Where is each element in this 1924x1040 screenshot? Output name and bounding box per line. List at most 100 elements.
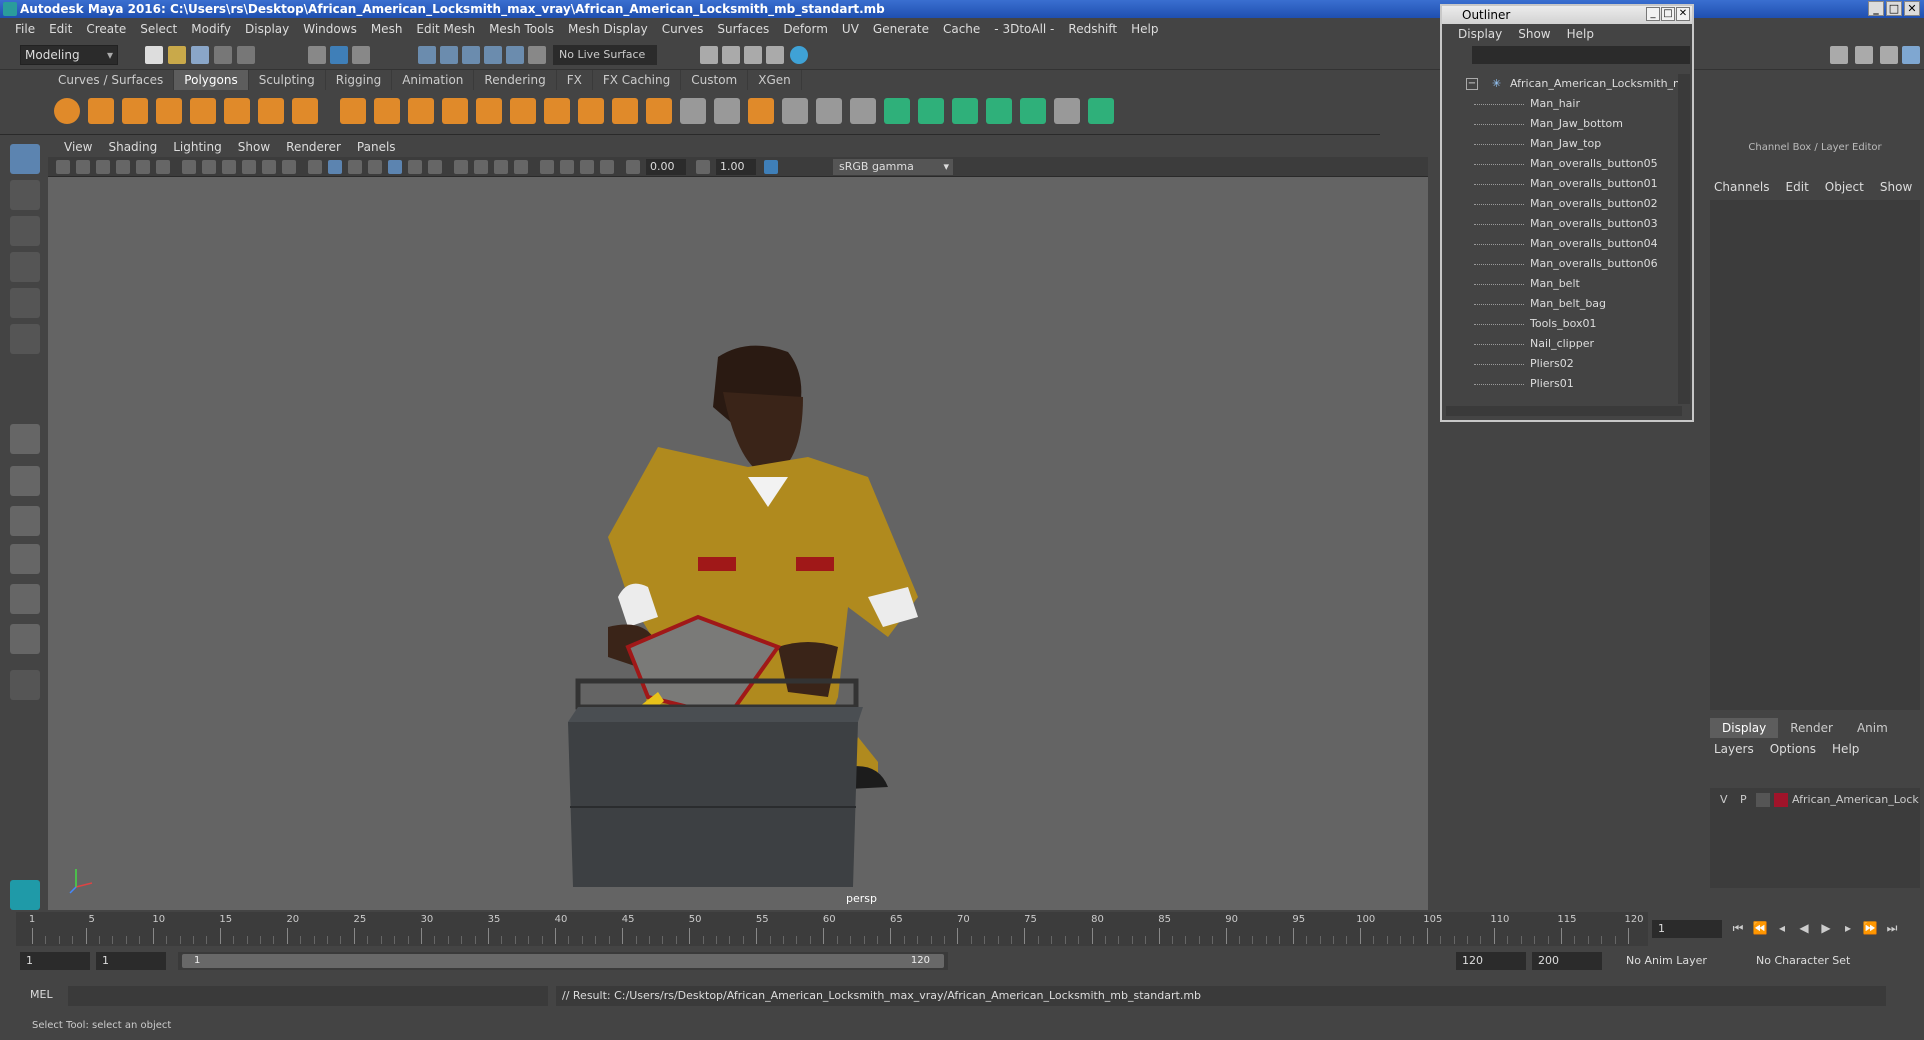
range-end-field[interactable]: 120 (1456, 952, 1526, 970)
shadows-icon[interactable] (428, 160, 442, 174)
panel-menu-show[interactable]: Show (230, 140, 278, 154)
outliner-vertical-scrollbar[interactable] (1678, 74, 1690, 404)
auto-map-icon[interactable] (1020, 98, 1046, 124)
persp-hypershade-icon[interactable] (10, 584, 40, 614)
outliner-item[interactable]: Man_hair (1442, 94, 1678, 114)
outliner-item[interactable]: Man_overalls_button01 (1442, 174, 1678, 194)
outliner-item[interactable]: Man_overalls_button03 (1442, 214, 1678, 234)
live-surface-field[interactable]: No Live Surface (553, 45, 657, 65)
spherical-map-icon[interactable] (986, 98, 1012, 124)
time-slider[interactable]: 1 5 10 15 20 25 30 35 40 45 50 55 60 65 70 75 80 85 90 95 1… (16, 912, 1648, 946)
outliner-title-bar[interactable]: Outliner _ □ ✕ (1442, 6, 1692, 24)
shelf-tab-fx-caching[interactable]: FX Caching (592, 70, 682, 90)
shelf-tab-rendering[interactable]: Rendering (474, 70, 557, 90)
rotate-tool-icon[interactable] (10, 288, 40, 318)
outliner-search-input[interactable] (1472, 46, 1690, 64)
mirror-icon[interactable] (510, 98, 536, 124)
layout-toggle-icon[interactable] (10, 624, 40, 654)
perspective-viewport[interactable]: persp (48, 177, 1428, 910)
bookmark-icon[interactable] (96, 160, 110, 174)
bevel-icon[interactable] (612, 98, 638, 124)
modeling-toolkit-icon[interactable] (1830, 46, 1848, 64)
poly-cylinder-icon[interactable] (122, 98, 148, 124)
menu-redshift[interactable]: Redshift (1061, 22, 1124, 36)
paint-select-icon[interactable] (10, 216, 40, 246)
shelf-tab-sculpting[interactable]: Sculpting (248, 70, 326, 90)
poly-plane-icon[interactable] (190, 98, 216, 124)
field-chart-icon[interactable] (262, 160, 276, 174)
target-weld-icon[interactable] (748, 98, 774, 124)
four-view-icon[interactable] (10, 466, 40, 496)
poly-cone-icon[interactable] (156, 98, 182, 124)
single-perspective-icon[interactable] (10, 424, 40, 454)
merge-icon[interactable] (714, 98, 740, 124)
magnet-icon[interactable] (528, 46, 546, 64)
select-component-icon[interactable] (352, 46, 370, 64)
step-forward-key-icon[interactable]: ⏩ (1862, 920, 1878, 936)
range-slider[interactable]: 1 120 (178, 952, 948, 970)
save-scene-icon[interactable] (191, 46, 209, 64)
anim-end-field[interactable]: 200 (1532, 952, 1602, 970)
range-start-field[interactable]: 1 (20, 952, 90, 970)
poly-pipe-icon[interactable] (292, 98, 318, 124)
outliner-menu-display[interactable]: Display (1450, 27, 1510, 41)
outliner-item[interactable]: Pliers02 (1442, 354, 1678, 374)
depth-of-field-icon[interactable] (514, 160, 528, 174)
menu-cache[interactable]: Cache (936, 22, 987, 36)
menu-modify[interactable]: Modify (184, 22, 238, 36)
channel-box-icon[interactable] (1902, 46, 1920, 64)
lasso-tool-icon[interactable] (10, 180, 40, 210)
menu-create[interactable]: Create (79, 22, 133, 36)
redo-icon[interactable] (237, 46, 255, 64)
outliner-item[interactable]: Man_overalls_button02 (1442, 194, 1678, 214)
default-material-icon[interactable] (348, 160, 362, 174)
checker-icon[interactable] (1054, 98, 1080, 124)
panel-menu-view[interactable]: View (56, 140, 100, 154)
layer-help-menu[interactable]: Help (1824, 742, 1867, 756)
menu-select[interactable]: Select (133, 22, 184, 36)
panel-menu-renderer[interactable]: Renderer (278, 140, 349, 154)
persp-outliner-icon[interactable] (10, 506, 40, 536)
smooth-shade-icon[interactable] (328, 160, 342, 174)
layers-menu[interactable]: Layers (1706, 742, 1762, 756)
scale-tool-icon[interactable] (10, 324, 40, 354)
snap-point-icon[interactable] (462, 46, 480, 64)
menu-edit[interactable]: Edit (42, 22, 79, 36)
outliner-item[interactable]: Man_overalls_button05 (1442, 154, 1678, 174)
outliner-item[interactable]: Man_belt (1442, 274, 1678, 294)
resolution-gate-icon[interactable] (222, 160, 236, 174)
layer-options-menu[interactable]: Options (1762, 742, 1824, 756)
script-language-toggle[interactable]: MEL (30, 988, 53, 1001)
menu-file[interactable]: File (8, 22, 42, 36)
panel-menu-lighting[interactable]: Lighting (165, 140, 230, 154)
snap-surface-icon[interactable] (506, 46, 524, 64)
grid-icon[interactable] (182, 160, 196, 174)
more-layouts-icon[interactable] (10, 670, 40, 700)
menu-mesh[interactable]: Mesh (364, 22, 410, 36)
select-tool-icon[interactable] (10, 144, 40, 174)
outliner-minimize-button[interactable]: _ (1646, 7, 1660, 21)
outliner-item[interactable]: Man_overalls_button04 (1442, 234, 1678, 254)
camera-attr-icon[interactable] (76, 160, 90, 174)
outliner-menu-help[interactable]: Help (1559, 27, 1602, 41)
open-scene-icon[interactable] (168, 46, 186, 64)
menu-display[interactable]: Display (238, 22, 296, 36)
exposure-field[interactable]: 0.00 (646, 159, 686, 175)
channel-edit-menu[interactable]: Edit (1778, 180, 1817, 194)
play-back-icon[interactable]: ◀ (1796, 920, 1812, 936)
maximize-button[interactable]: □ (1886, 1, 1902, 16)
poly-cube-icon[interactable] (88, 98, 114, 124)
boolean-icon[interactable] (476, 98, 502, 124)
xray-joints-icon[interactable] (580, 160, 594, 174)
wireframe-on-shaded-icon[interactable] (368, 160, 382, 174)
snap-grid-icon[interactable] (418, 46, 436, 64)
gate-mask-icon[interactable] (242, 160, 256, 174)
poly-pyramid-icon[interactable] (258, 98, 284, 124)
outliner-maximize-button[interactable]: □ (1661, 7, 1675, 21)
color-management-icon[interactable] (764, 160, 778, 174)
layer-tab-display[interactable]: Display (1710, 718, 1779, 738)
menu-set-select[interactable]: Modeling (20, 45, 118, 65)
panel-menu-shading[interactable]: Shading (100, 140, 165, 154)
shelf-tab-xgen[interactable]: XGen (748, 70, 802, 90)
layer-visibility-toggle[interactable]: V (1720, 790, 1728, 810)
